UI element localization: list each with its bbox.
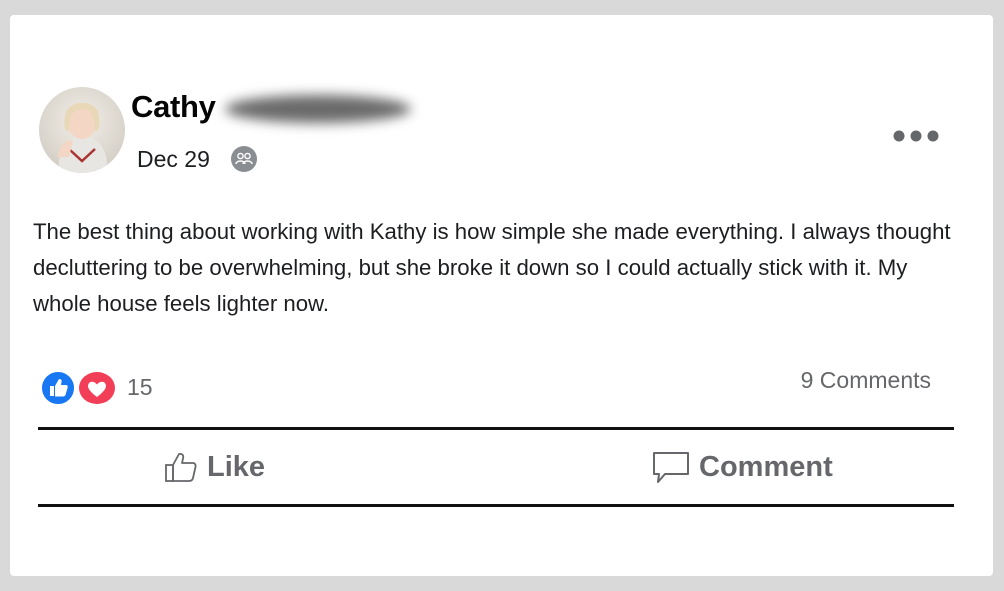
- redacted-surname: [225, 95, 411, 123]
- divider: [38, 504, 954, 507]
- friends-icon-glyph: [235, 152, 253, 165]
- avatar[interactable]: [39, 87, 125, 173]
- comment-button[interactable]: Comment: [651, 445, 833, 489]
- comment-bubble-icon: [653, 452, 689, 483]
- heart-glyph: [88, 381, 106, 397]
- like-button[interactable]: Like: [163, 445, 265, 489]
- more-options-icon[interactable]: [892, 129, 940, 143]
- more-dots: [893, 130, 939, 142]
- thumbs-up-glyph: [50, 379, 68, 397]
- love-reaction-icon: [77, 370, 117, 406]
- like-reaction-icon: [40, 370, 76, 406]
- post-date[interactable]: Dec 29: [137, 146, 210, 173]
- comment-label: Comment: [699, 450, 833, 483]
- thumbs-up-icon: [165, 453, 197, 482]
- friends-icon[interactable]: [231, 146, 257, 172]
- divider: [38, 427, 954, 430]
- avatar-photo: [39, 87, 125, 173]
- author-name[interactable]: Cathy: [131, 89, 216, 125]
- comments-count-link[interactable]: 9 Comments: [801, 367, 931, 394]
- reaction-count: 15: [127, 374, 153, 400]
- post-text: The best thing about working with Kathy …: [33, 219, 951, 316]
- post-card: Cathy Dec 29 The best thing about workin…: [10, 15, 993, 576]
- like-label: Like: [207, 450, 266, 483]
